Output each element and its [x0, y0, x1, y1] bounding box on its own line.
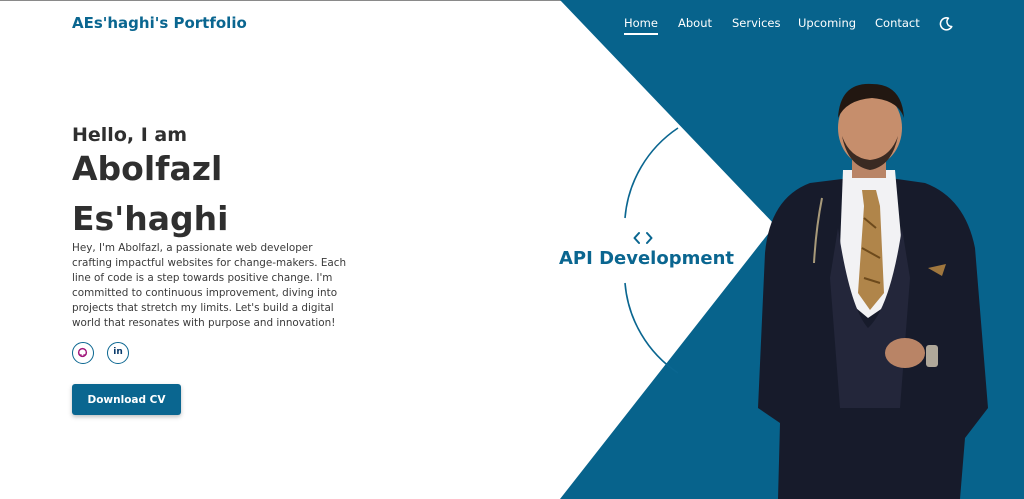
- hero-name-first: Abolfazl: [72, 149, 223, 188]
- moon-icon[interactable]: [938, 16, 954, 32]
- profile-photo: [758, 83, 988, 499]
- nav-home[interactable]: Home: [624, 16, 658, 35]
- code-icon: [633, 232, 653, 244]
- nav-contact[interactable]: Contact: [875, 16, 920, 30]
- site-logo[interactable]: AEs'haghi's Portfolio: [72, 14, 247, 32]
- nav-services[interactable]: Services: [732, 16, 781, 30]
- linkedin-link[interactable]: in: [107, 342, 129, 364]
- hero-name-last: Es'haghi: [72, 199, 229, 238]
- nav-upcoming[interactable]: Upcoming: [798, 16, 856, 30]
- linkedin-icon: in: [113, 347, 123, 357]
- github-link[interactable]: [72, 342, 94, 364]
- hero-name: Abolfazl Es'haghi: [72, 144, 332, 244]
- hero-description: Hey, I'm Abolfazl, a passionate web deve…: [72, 242, 347, 329]
- hero-greeting: Hello, I am: [72, 124, 188, 146]
- nav-about[interactable]: About: [678, 16, 712, 30]
- github-icon: [77, 347, 88, 358]
- service-label: API Development: [559, 248, 734, 269]
- download-cv-button[interactable]: Download CV: [72, 384, 181, 415]
